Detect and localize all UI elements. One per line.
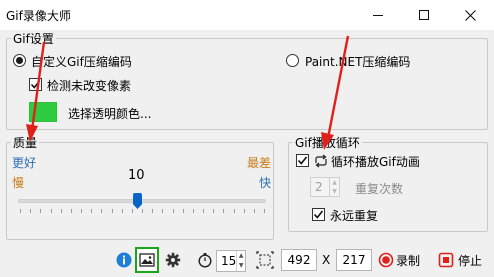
loop-play-label[interactable]: 循环播放Gif动画: [331, 153, 420, 170]
quality-worst-label: 最差: [247, 156, 272, 170]
annotation-arrow-right: [321, 35, 350, 150]
record-button[interactable]: 录制: [396, 252, 420, 269]
close-icon: [464, 9, 476, 21]
checkmark-icon: [313, 210, 324, 219]
slider-tick: [152, 209, 154, 213]
stopwatch-icon: [198, 253, 212, 268]
slider-tick: [60, 209, 62, 213]
repeat-count-stepper[interactable]: 2 ▲ ▼: [310, 177, 340, 197]
info-button[interactable]: [113, 249, 135, 271]
slider-tick: [203, 209, 204, 213]
image-icon: [139, 253, 155, 267]
slider-tick: [182, 209, 184, 213]
height-input[interactable]: 217: [336, 249, 372, 271]
minimize-icon: [373, 14, 383, 16]
slider-tick: [121, 209, 123, 213]
maximize-icon: [419, 10, 429, 20]
slider-tick: [172, 209, 174, 213]
checkmark-icon: [297, 156, 308, 165]
slider-tick: [20, 209, 21, 213]
size-icon-wrap: [254, 249, 276, 271]
quality-best-label: 更好: [12, 156, 37, 170]
title-bar: Gif录像大师: [0, 0, 494, 30]
frame-rate-icon-wrap: [194, 249, 216, 271]
close-button[interactable]: [447, 0, 493, 30]
slider-tick: [131, 209, 133, 213]
maximize-button[interactable]: [401, 0, 447, 30]
slider-tick: [192, 209, 194, 213]
loop-icon: [313, 154, 329, 168]
quality-fast-label: 快: [259, 176, 272, 190]
slider-tick: [233, 209, 235, 213]
info-icon: [116, 252, 132, 268]
forever-label[interactable]: 永远重复: [330, 207, 378, 224]
stop-button[interactable]: 停止: [458, 252, 482, 269]
slider-tick: [81, 209, 82, 213]
slider-tick: [30, 209, 32, 213]
stepper-arrows-icon[interactable]: ▲ ▼: [236, 251, 245, 271]
slider-tick: [142, 209, 143, 213]
quality-value: 10: [128, 168, 145, 183]
detect-unchanged-label[interactable]: 检测未改变像素: [47, 77, 131, 94]
slider-tick: [40, 209, 42, 213]
slider-tick: [101, 209, 103, 213]
slider-tick: [264, 209, 265, 213]
choose-transparent-color-link[interactable]: 选择透明颜色...: [68, 105, 151, 122]
slider-tick: [253, 209, 255, 213]
slider-tick: [223, 209, 225, 213]
frame-rate-stepper[interactable]: 15 ▲ ▼: [216, 250, 246, 272]
repeat-count-value: 2: [315, 180, 323, 194]
slider-tick: [162, 209, 164, 213]
annotation-arrow-left: [26, 41, 46, 142]
slider-tick: [91, 209, 93, 213]
slider-tick: [243, 209, 245, 213]
slider-tick: [213, 209, 215, 213]
image-settings-button[interactable]: [135, 247, 159, 273]
stepper-arrows-icon[interactable]: ▲ ▼: [329, 178, 339, 196]
slider-tick: [111, 209, 113, 213]
repeat-count-label: 重复次数: [355, 182, 404, 196]
quality-slow-label: 慢: [12, 176, 25, 190]
minimize-button[interactable]: [355, 0, 401, 30]
quality-group: [6, 142, 274, 240]
encoder-paintnet-radio[interactable]: [286, 54, 299, 67]
window-title: Gif录像大师: [6, 9, 71, 23]
stop-icon[interactable]: [438, 252, 454, 268]
loop-play-checkbox[interactable]: [296, 154, 309, 167]
record-icon[interactable]: [378, 252, 394, 268]
frame-rate-value: 15: [221, 254, 237, 268]
radio-selected-dot: [16, 57, 23, 64]
gear-icon: [165, 252, 181, 268]
slider-tick: [50, 209, 52, 213]
forever-checkbox[interactable]: [312, 208, 325, 221]
settings-button[interactable]: [162, 249, 184, 271]
dimension-separator: X: [322, 253, 331, 267]
slider-tick: [70, 209, 72, 213]
width-input[interactable]: 492: [281, 249, 317, 271]
resize-icon: [256, 251, 274, 269]
